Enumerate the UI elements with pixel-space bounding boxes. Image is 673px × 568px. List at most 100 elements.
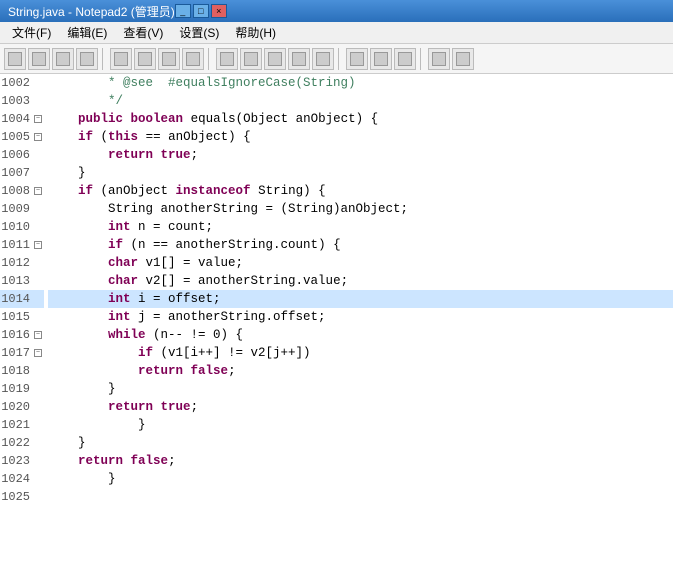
line-number: 1022 xyxy=(0,436,34,450)
code-token xyxy=(48,346,138,360)
menu-item-文件(F)[interactable]: 文件(F) xyxy=(4,22,59,43)
toolbar-button-6[interactable] xyxy=(158,48,180,70)
toolbar-button-5[interactable] xyxy=(134,48,156,70)
line-number: 1003 xyxy=(0,94,34,108)
code-token: i = offset; xyxy=(131,292,221,306)
fold-indicator[interactable]: − xyxy=(34,133,44,141)
title-bar-buttons: _ □ × xyxy=(175,4,227,18)
code-token: (v1[i++] != v2[j++]) xyxy=(153,346,311,360)
line-number-cell: 1002 xyxy=(0,74,44,92)
fold-indicator[interactable]: − xyxy=(34,349,44,357)
code-token xyxy=(48,256,108,270)
toolbar-button-12[interactable] xyxy=(312,48,334,70)
line-number-cell: 1024 xyxy=(0,470,44,488)
code-token: ; xyxy=(191,400,199,414)
code-token: return xyxy=(138,364,183,378)
line-number: 1025 xyxy=(0,490,34,504)
code-token xyxy=(48,400,108,414)
code-token: return xyxy=(78,454,123,468)
code-token: return xyxy=(108,148,153,162)
code-token xyxy=(183,364,191,378)
toolbar-separator xyxy=(102,48,106,70)
toolbar-button-8[interactable] xyxy=(216,48,238,70)
menu-item-设置(S)[interactable]: 设置(S) xyxy=(171,22,227,43)
line-number-cell: 1012 xyxy=(0,254,44,272)
line-number: 1016 xyxy=(0,328,34,342)
code-token xyxy=(48,148,108,162)
toolbar-separator xyxy=(338,48,342,70)
code-token: this xyxy=(108,130,138,144)
toolbar-button-13[interactable] xyxy=(346,48,368,70)
line-number: 1010 xyxy=(0,220,34,234)
toolbar-button-7[interactable] xyxy=(182,48,204,70)
code-token: (n-- != 0) { xyxy=(146,328,244,342)
toolbar-button-2[interactable] xyxy=(52,48,74,70)
code-token: (Object anObject) { xyxy=(236,112,379,126)
code-token: true xyxy=(161,148,191,162)
code-token: ; xyxy=(191,148,199,162)
code-token: if xyxy=(78,130,93,144)
code-line: String anotherString = (String)anObject; xyxy=(48,200,673,218)
close-button[interactable]: × xyxy=(211,4,227,18)
code-token: char xyxy=(108,274,138,288)
toolbar-button-1[interactable] xyxy=(28,48,50,70)
line-number-cell: 1014 xyxy=(0,290,44,308)
line-number-cell: 1008− xyxy=(0,182,44,200)
toolbar-button-14[interactable] xyxy=(370,48,392,70)
toolbar-button-17[interactable] xyxy=(452,48,474,70)
code-token: (anObject xyxy=(93,184,176,198)
toolbar-button-16[interactable] xyxy=(428,48,450,70)
code-line: if (n == anotherString.count) { xyxy=(48,236,673,254)
menu-item-帮助(H)[interactable]: 帮助(H) xyxy=(227,22,284,43)
code-token: if xyxy=(108,238,123,252)
menu-item-查看(V)[interactable]: 查看(V) xyxy=(115,22,171,43)
line-number-cell: 1006 xyxy=(0,146,44,164)
code-token xyxy=(123,112,131,126)
toolbar-button-15[interactable] xyxy=(394,48,416,70)
toolbar-button-11[interactable] xyxy=(288,48,310,70)
code-token: } xyxy=(48,166,86,180)
code-token: (n == anotherString.count) { xyxy=(123,238,341,252)
code-area: 100210031004−1005−100610071008−100910101… xyxy=(0,74,673,568)
line-number: 1005 xyxy=(0,130,34,144)
maximize-button[interactable]: □ xyxy=(193,4,209,18)
code-token: } xyxy=(48,382,116,396)
fold-indicator[interactable]: − xyxy=(34,241,44,249)
code-token xyxy=(48,292,108,306)
menu-bar: 文件(F)编辑(E)查看(V)设置(S)帮助(H) xyxy=(0,22,673,44)
code-line: } xyxy=(48,164,673,182)
code-token: } xyxy=(48,472,116,486)
title-bar-text: String.java - Notepad2 (管理员) xyxy=(8,3,175,20)
toolbar-button-0[interactable] xyxy=(4,48,26,70)
code-token xyxy=(48,238,108,252)
code-line: int j = anotherString.offset; xyxy=(48,308,673,326)
line-number: 1008 xyxy=(0,184,34,198)
fold-indicator[interactable]: − xyxy=(34,331,44,339)
line-number: 1020 xyxy=(0,400,34,414)
code-token: v2[] = anotherString.value; xyxy=(138,274,348,288)
code-token: v1[] = value; xyxy=(138,256,243,270)
code-line: } xyxy=(48,380,673,398)
menu-item-编辑(E)[interactable]: 编辑(E) xyxy=(59,22,115,43)
line-number-cell: 1016− xyxy=(0,326,44,344)
toolbar-button-4[interactable] xyxy=(110,48,132,70)
line-number: 1014 xyxy=(0,292,34,306)
toolbar-button-10[interactable] xyxy=(264,48,286,70)
line-number: 1004 xyxy=(0,112,34,126)
code-line: */ xyxy=(48,92,673,110)
line-number: 1015 xyxy=(0,310,34,324)
toolbar-button-9[interactable] xyxy=(240,48,262,70)
code-token xyxy=(48,328,108,342)
title-bar: String.java - Notepad2 (管理员) _ □ × xyxy=(0,0,673,22)
code-token xyxy=(48,274,108,288)
code-token: String) { xyxy=(251,184,326,198)
minimize-button[interactable]: _ xyxy=(175,4,191,18)
fold-indicator[interactable]: − xyxy=(34,187,44,195)
line-number: 1013 xyxy=(0,274,34,288)
code-token: == anObject) { xyxy=(138,130,251,144)
toolbar-button-3[interactable] xyxy=(76,48,98,70)
toolbar xyxy=(0,44,673,74)
line-number: 1012 xyxy=(0,256,34,270)
fold-indicator[interactable]: − xyxy=(34,115,44,123)
line-number: 1024 xyxy=(0,472,34,486)
